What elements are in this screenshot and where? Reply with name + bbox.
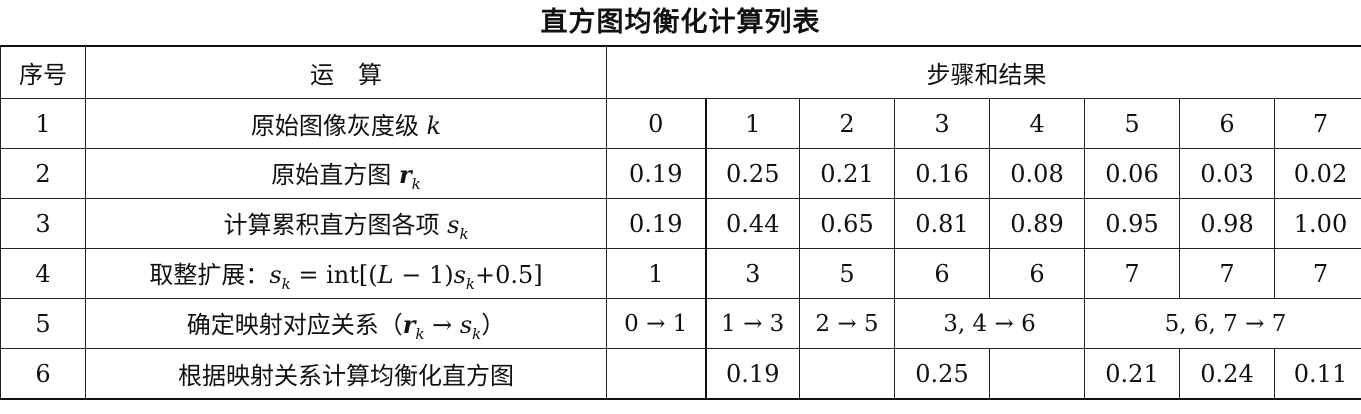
table-title: 直方图均衡化计算列表 <box>540 7 821 38</box>
value-cell: 0.08 <box>989 148 1085 199</box>
header-steps: 步骤和结果 <box>606 45 1361 99</box>
formula-part: ） <box>481 310 506 339</box>
value-cell: 0.19 <box>704 348 800 400</box>
row-operation: 原始图像灰度级 k <box>85 98 607 149</box>
math-symbol: k <box>426 112 442 140</box>
operation-text: 原始直方图 <box>271 160 399 189</box>
math-symbol: s <box>453 260 466 289</box>
value-cell: 5 <box>1084 98 1180 149</box>
math-symbol: s <box>459 310 473 339</box>
math-symbol: r <box>402 309 416 339</box>
row-operation: 取整扩展：sk = int[(L − 1)sk+0.5] <box>85 248 607 299</box>
value-cell: 0.81 <box>894 198 990 249</box>
table-row: 5 确定映射对应关系（rk → sk） 0 → 1 1 → 3 2 → 5 3,… <box>0 298 1361 349</box>
value-cell: 0.44 <box>704 198 800 249</box>
value-cell: 6 <box>894 248 990 299</box>
value-cell: 7 <box>1274 98 1361 149</box>
row-operation: 确定映射对应关系（rk → sk） <box>85 298 607 349</box>
value-cell: 5 <box>799 248 895 299</box>
row-index: 1 <box>0 98 86 149</box>
row-index: 2 <box>0 148 86 199</box>
table-row: 6 根据映射关系计算均衡化直方图 0.19 0.25 0.21 0.24 0.1… <box>0 348 1361 400</box>
value-cell: 3 <box>704 248 800 299</box>
operation-text: 确定映射对应关系（ <box>186 310 403 339</box>
table-row: 4 取整扩展：sk = int[(L − 1)sk+0.5] 1 3 5 6 6… <box>0 248 1361 299</box>
value-cell: 6 <box>989 248 1085 299</box>
math-symbol: r <box>398 159 412 189</box>
value-cell: 0.25 <box>894 348 990 400</box>
row-index: 3 <box>0 198 86 249</box>
math-subscript: k <box>472 324 482 343</box>
formula-part: +0.5] <box>475 260 543 289</box>
value-cell: 1 <box>606 248 706 299</box>
value-cell: 6 <box>1179 98 1275 149</box>
value-cell: 7 <box>1274 248 1361 299</box>
value-cell: 0.65 <box>799 198 895 249</box>
value-cell: 0.98 <box>1179 198 1275 249</box>
value-cell: 0.21 <box>799 148 895 199</box>
value-cell: 0.24 <box>1179 348 1275 400</box>
value-cell: 0.19 <box>606 198 706 249</box>
operation-text: 取整扩展： <box>149 260 270 289</box>
value-cell: 0.02 <box>1274 148 1361 199</box>
value-cell <box>989 348 1085 400</box>
value-cell: 0.03 <box>1179 148 1275 199</box>
row-operation: 原始直方图 rk <box>85 148 607 199</box>
value-cell: 0.11 <box>1274 348 1361 400</box>
operation-text: 计算累积直方图各项 <box>223 210 448 239</box>
value-cell: 0.06 <box>1084 148 1180 199</box>
formula-part: = int[( <box>290 260 378 289</box>
value-cell: 3 <box>894 98 990 149</box>
header-operation: 运 算 <box>85 45 607 99</box>
mapping-cell: 0 → 1 <box>606 298 706 349</box>
value-cell <box>606 348 706 400</box>
value-cell: 0.25 <box>704 148 800 199</box>
value-cell: 0.19 <box>606 148 706 199</box>
value-cell: 0.89 <box>989 198 1085 249</box>
row-index: 6 <box>0 348 86 400</box>
operation-text: 原始图像灰度级 <box>250 112 427 140</box>
arrow-symbol: → <box>424 310 460 339</box>
value-cell <box>799 348 895 400</box>
row-operation: 计算累积直方图各项 sk <box>85 198 607 249</box>
mapping-cell: 2 → 5 <box>799 298 895 349</box>
row-index: 5 <box>0 298 86 349</box>
mapping-cell: 3, 4 → 6 <box>894 298 1085 349</box>
formula-part: − 1) <box>393 260 454 289</box>
mapping-cell: 5, 6, 7 → 7 <box>1084 298 1361 349</box>
table-row: 3 计算累积直方图各项 sk 0.19 0.44 0.65 0.81 0.89 … <box>0 198 1361 249</box>
math-symbol: s <box>269 260 282 289</box>
math-symbol: L <box>377 260 394 289</box>
value-cell: 1 <box>704 98 800 149</box>
histogram-equalization-table: 序号 运 算 步骤和结果 1 原始图像灰度级 k 0 1 2 3 4 5 6 7… <box>0 45 1361 400</box>
header-row: 序号 运 算 步骤和结果 <box>0 45 1361 99</box>
row-operation: 根据映射关系计算均衡化直方图 <box>85 348 607 400</box>
math-subscript: k <box>459 224 469 243</box>
value-cell: 7 <box>1179 248 1275 299</box>
math-subscript: k <box>411 174 421 193</box>
value-cell: 7 <box>1084 248 1180 299</box>
value-cell: 0 <box>606 98 706 149</box>
table-row: 1 原始图像灰度级 k 0 1 2 3 4 5 6 7 <box>0 98 1361 149</box>
value-cell: 0.21 <box>1084 348 1180 400</box>
math-symbol: s <box>447 210 460 239</box>
value-cell: 0.95 <box>1084 198 1180 249</box>
mapping-cell: 1 → 3 <box>704 298 800 349</box>
row-index: 4 <box>0 248 86 299</box>
header-index: 序号 <box>0 45 86 99</box>
table-row: 2 原始直方图 rk 0.19 0.25 0.21 0.16 0.08 0.06… <box>0 148 1361 199</box>
value-cell: 0.16 <box>894 148 990 199</box>
value-cell: 4 <box>989 98 1085 149</box>
math-subscript: k <box>281 274 291 293</box>
math-subscript: k <box>465 274 475 293</box>
value-cell: 2 <box>799 98 895 149</box>
value-cell: 1.00 <box>1274 198 1361 249</box>
